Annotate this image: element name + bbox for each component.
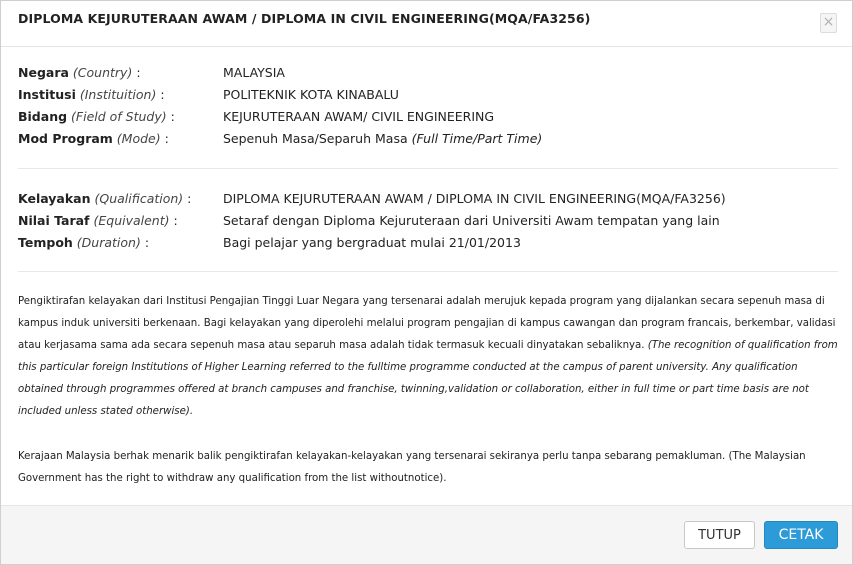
info-value: MALAYSIA [223, 65, 285, 80]
info-value: Sepenuh Masa/Separuh Masa (Full Time/Par… [223, 131, 543, 146]
close-button[interactable]: TUTUP [684, 521, 755, 549]
info-row-field-of-study: Bidang (Field of Study) : KEJURUTERAAN A… [18, 107, 838, 127]
info-label: Negara (Country) : [18, 65, 141, 80]
info-row-mode: Mod Program (Mode) : Sepenuh Masa/Separu… [18, 129, 838, 149]
info-row-equivalent: Nilai Taraf (Equivalent) : Setaraf denga… [18, 211, 838, 231]
dialog-header: DIPLOMA KEJURUTERAAN AWAM / DIPLOMA IN C… [1, 1, 852, 47]
info-value: Setaraf dengan Diploma Kejuruteraan dari… [223, 213, 720, 228]
info-label: Nilai Taraf (Equivalent) : [18, 213, 178, 228]
info-label: Mod Program (Mode) : [18, 131, 169, 146]
info-row-country: Negara (Country) : MALAYSIA [18, 63, 838, 83]
dialog-title: DIPLOMA KEJURUTERAAN AWAM / DIPLOMA IN C… [18, 11, 591, 26]
info-label: Tempoh (Duration) : [18, 235, 150, 250]
dialog-footer: TUTUP CETAK [1, 505, 852, 564]
recognition-note: Pengiktirafan kelayakan dari Institusi P… [18, 296, 838, 417]
info-row-institution: Institusi (Instituition) : POLITEKNIK KO… [18, 85, 838, 105]
qualification-dialog: DIPLOMA KEJURUTERAAN AWAM / DIPLOMA IN C… [0, 0, 853, 565]
info-value: Bagi pelajar yang bergraduat mulai 21/01… [223, 235, 521, 250]
section-divider [18, 168, 838, 169]
info-row-qualification: Kelayakan (Qualification) : DIPLOMA KEJU… [18, 189, 838, 209]
info-label: Bidang (Field of Study) : [18, 109, 175, 124]
info-value: POLITEKNIK KOTA KINABALU [223, 87, 399, 102]
info-value: DIPLOMA KEJURUTERAAN AWAM / DIPLOMA IN C… [223, 191, 726, 206]
info-value: KEJURUTERAAN AWAM/ CIVIL ENGINEERING [223, 109, 495, 124]
info-row-duration: Tempoh (Duration) : Bagi pelajar yang be… [18, 233, 838, 253]
info-label: Institusi (Instituition) : [18, 87, 165, 102]
info-label: Kelayakan (Qualification) : [18, 191, 192, 206]
section-divider [18, 271, 838, 272]
withdrawal-note: Kerajaan Malaysia berhak menarik balik p… [18, 451, 806, 484]
print-button[interactable]: CETAK [764, 521, 838, 549]
close-icon[interactable]: × [820, 13, 837, 33]
